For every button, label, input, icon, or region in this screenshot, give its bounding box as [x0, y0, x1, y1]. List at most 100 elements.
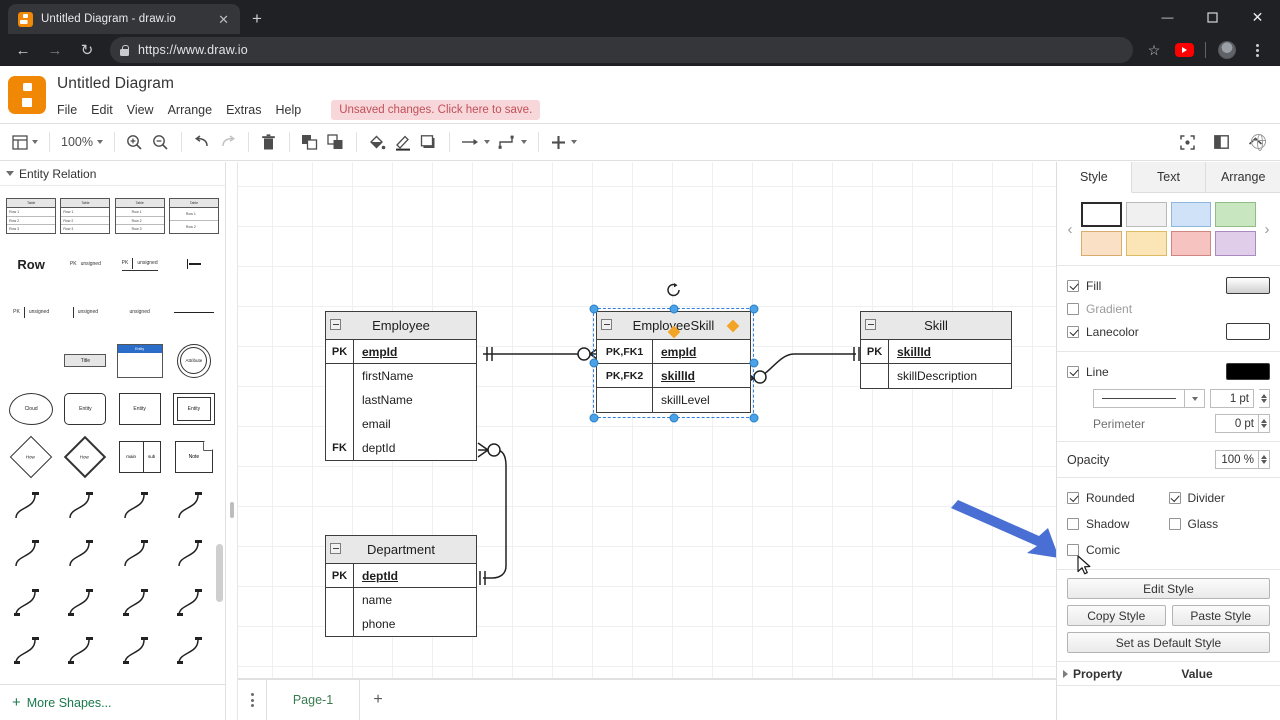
- shape-plain-row[interactable]: unsigned: [113, 288, 167, 336]
- shape-connector[interactable]: [167, 529, 221, 577]
- shape-connector[interactable]: [58, 626, 112, 674]
- shape-divided-row[interactable]: unsigned: [58, 288, 112, 336]
- resize-handle-ne[interactable]: [749, 304, 759, 314]
- zoom-in-icon[interactable]: [122, 128, 148, 156]
- glass-row[interactable]: Glass: [1168, 512, 1271, 535]
- menu-edit[interactable]: Edit: [91, 103, 113, 117]
- divider-checkbox[interactable]: [1168, 491, 1181, 504]
- er-table-department[interactable]: Department PK deptId name phone: [325, 535, 477, 637]
- shape-multi-entity[interactable]: main sub: [113, 433, 167, 481]
- shape-entity-double[interactable]: Entity: [167, 385, 221, 433]
- shape-connector[interactable]: [167, 578, 221, 626]
- glass-checkbox[interactable]: [1168, 517, 1181, 530]
- tab-style[interactable]: Style: [1057, 162, 1132, 193]
- menu-view[interactable]: View: [127, 103, 154, 117]
- style-swatch-white[interactable]: [1081, 202, 1122, 227]
- comic-checkbox[interactable]: [1067, 543, 1079, 556]
- collapse-icon[interactable]: [330, 543, 341, 554]
- tab-text[interactable]: Text: [1131, 162, 1207, 192]
- shape-row[interactable]: Row: [4, 240, 58, 288]
- splitter-grip[interactable]: [230, 502, 234, 518]
- shape-connector[interactable]: [113, 481, 167, 529]
- language-globe-icon[interactable]: [1250, 133, 1266, 151]
- shape-pk-divided-2[interactable]: PK unsigned: [4, 288, 58, 336]
- collapse-icon[interactable]: [330, 319, 341, 330]
- menu-arrange[interactable]: Arrange: [168, 103, 212, 117]
- er-row[interactable]: skillLevel: [597, 388, 750, 412]
- connection-arrow-icon[interactable]: [457, 128, 494, 156]
- style-swatch-yellow[interactable]: [1125, 231, 1167, 256]
- kebab-menu-icon[interactable]: [1244, 37, 1270, 63]
- fill-color-button[interactable]: [1226, 277, 1270, 294]
- style-swatch-purple[interactable]: [1215, 231, 1256, 256]
- fill-color-icon[interactable]: [364, 128, 390, 156]
- send-to-back-icon[interactable]: [323, 128, 349, 156]
- rounded-checkbox[interactable]: [1067, 491, 1079, 504]
- resize-handle-se[interactable]: [749, 413, 759, 423]
- perimeter-input[interactable]: 0 pt: [1215, 414, 1259, 433]
- page-menu-kebab-icon[interactable]: [238, 693, 266, 707]
- back-icon[interactable]: ←: [8, 36, 38, 64]
- shape-entity-rounded[interactable]: Entity: [58, 385, 112, 433]
- collapse-icon[interactable]: [865, 319, 876, 330]
- shape-connector[interactable]: [58, 481, 112, 529]
- shape-table-4[interactable]: Table Row 1 Row 2: [167, 192, 221, 240]
- forward-icon[interactable]: →: [40, 36, 70, 64]
- shape-note[interactable]: Note: [167, 433, 221, 481]
- shape-attribute-circle[interactable]: Attribute: [167, 337, 221, 385]
- tab-arrange[interactable]: Arrange: [1206, 162, 1280, 192]
- style-swatch-blue[interactable]: [1170, 202, 1212, 227]
- rotate-handle-icon[interactable]: [666, 282, 682, 302]
- line-row[interactable]: Line: [1067, 360, 1270, 383]
- shape-cloud[interactable]: Cloud: [4, 385, 58, 433]
- scrollbar-thumb[interactable]: [216, 544, 223, 602]
- new-tab-button[interactable]: +: [252, 9, 262, 29]
- style-swatch-gray[interactable]: [1125, 202, 1167, 227]
- properties-header[interactable]: Property Value: [1057, 662, 1280, 686]
- reload-icon[interactable]: ↻: [72, 36, 102, 64]
- fullscreen-icon[interactable]: [1174, 128, 1200, 156]
- fill-checkbox[interactable]: [1067, 279, 1079, 292]
- shape-connector[interactable]: [113, 578, 167, 626]
- er-row[interactable]: PK empId: [326, 340, 476, 364]
- maximize-icon[interactable]: [1190, 0, 1235, 34]
- line-checkbox[interactable]: [1067, 365, 1079, 378]
- perimeter-stepper[interactable]: [1259, 414, 1270, 433]
- er-row[interactable]: FK deptId: [326, 436, 476, 460]
- resize-handle-e[interactable]: [749, 358, 759, 368]
- shape-connector[interactable]: [113, 529, 167, 577]
- opacity-input[interactable]: 100 %: [1215, 450, 1259, 469]
- shape-pk-row-divided[interactable]: PK unsigned: [113, 240, 167, 288]
- resize-handle-nw[interactable]: [589, 304, 599, 314]
- window-close-icon[interactable]: ✕: [1235, 0, 1280, 34]
- shape-pk-row[interactable]: PK unsigned: [58, 240, 112, 288]
- shadow-icon[interactable]: [416, 128, 442, 156]
- zoom-out-icon[interactable]: [148, 128, 174, 156]
- resize-handle-sw[interactable]: [589, 413, 599, 423]
- shadow-checkbox[interactable]: [1067, 517, 1079, 530]
- shape-entity-window[interactable]: Entity: [113, 337, 167, 385]
- shape-connector[interactable]: [58, 578, 112, 626]
- er-table-header[interactable]: Skill: [861, 312, 1011, 340]
- shape-relationship-diamond-strong[interactable]: How: [58, 433, 112, 481]
- shape-table-1[interactable]: Table Row 1 Row 2 Row 3: [4, 192, 58, 240]
- shape-line[interactable]: [167, 288, 221, 336]
- resize-handle-w[interactable]: [589, 358, 599, 368]
- line-width-stepper[interactable]: [1259, 389, 1270, 408]
- resize-handle-n[interactable]: [669, 304, 679, 314]
- line-style-dropdown[interactable]: [1093, 389, 1205, 408]
- page-tab-page-1[interactable]: Page-1: [266, 679, 360, 720]
- next-styles-icon[interactable]: ›: [1260, 221, 1274, 238]
- diagram-canvas[interactable]: Employee PK empId firstName lastName ema…: [238, 162, 1056, 720]
- line-color-icon[interactable]: [390, 128, 416, 156]
- youtube-extension-icon[interactable]: [1171, 37, 1197, 63]
- waypoint-style-icon[interactable]: [494, 128, 531, 156]
- shape-connector[interactable]: [4, 529, 58, 577]
- bookmark-star-icon[interactable]: ☆: [1141, 37, 1167, 63]
- er-table-header[interactable]: Department: [326, 536, 476, 564]
- opacity-stepper[interactable]: [1259, 450, 1270, 469]
- fill-row[interactable]: Fill: [1067, 274, 1270, 297]
- page-title[interactable]: Untitled Diagram: [57, 75, 540, 93]
- style-swatch-peach[interactable]: [1081, 231, 1122, 256]
- shape-connector[interactable]: [58, 529, 112, 577]
